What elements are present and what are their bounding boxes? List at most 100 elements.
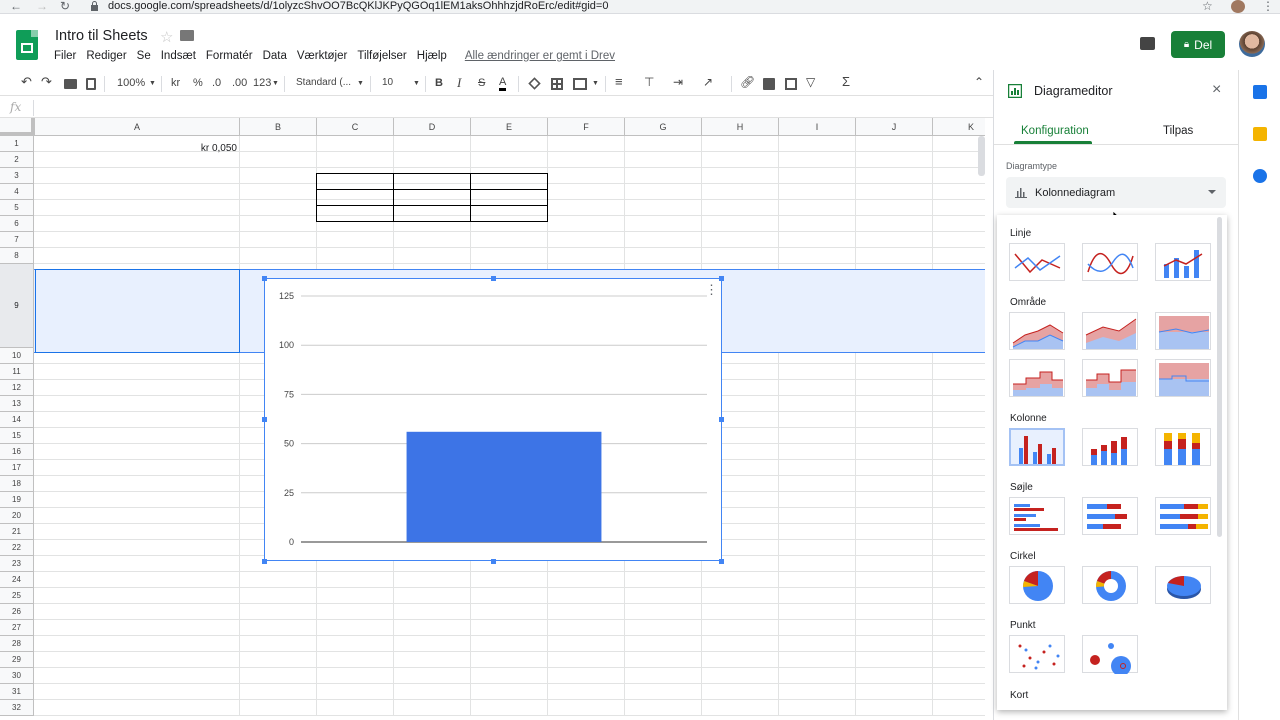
align-vertical-icon[interactable]: ⊤ — [644, 75, 654, 89]
stacked-bar-thumb[interactable] — [1082, 497, 1138, 535]
folder-icon[interactable] — [180, 30, 194, 41]
close-icon[interactable]: × — [1212, 81, 1221, 99]
row-header-18[interactable]: 18 — [0, 476, 34, 492]
column-header-c[interactable]: C — [317, 118, 394, 136]
row-header-19[interactable]: 19 — [0, 492, 34, 508]
pie-chart-thumb[interactable] — [1009, 566, 1065, 604]
align-horizontal-icon[interactable]: ≡ — [615, 74, 623, 89]
share-button[interactable]: 🔒︎ Del — [1171, 31, 1225, 58]
collapse-toolbar-icon[interactable]: ⌃ — [974, 75, 984, 89]
sheets-logo-icon[interactable] — [16, 30, 38, 60]
resize-handle[interactable] — [719, 276, 724, 281]
menu-hjaelp[interactable]: Hjælp — [417, 50, 447, 66]
formula-bar[interactable]: fx — [0, 98, 993, 118]
smooth-line-chart-thumb[interactable] — [1082, 243, 1138, 281]
insert-link-icon[interactable]: 🔗︎ — [740, 75, 755, 89]
undo-icon[interactable]: ↶ — [21, 74, 32, 90]
menu-data[interactable]: Data — [263, 50, 287, 66]
row-header-30[interactable]: 30 — [0, 668, 34, 684]
menu-vaerktojer[interactable]: Værktøjer — [297, 50, 347, 66]
select-all-corner[interactable] — [0, 118, 35, 136]
row-header-1[interactable]: 1 — [0, 136, 34, 152]
resize-handle[interactable] — [719, 559, 724, 564]
browser-menu-icon[interactable]: ⋮ — [1262, 0, 1274, 13]
filter-icon[interactable]: ▽ — [806, 75, 815, 89]
print-icon[interactable] — [64, 79, 77, 89]
more-formats-button[interactable]: 123 — [253, 77, 271, 89]
insert-chart-icon[interactable] — [785, 78, 797, 90]
document-title[interactable]: Intro til Sheets — [55, 28, 148, 44]
column-chart[interactable]: 0 25 50 75 100 125 ⋮ — [264, 278, 722, 561]
functions-button[interactable]: Σ — [842, 74, 850, 89]
row-header-29[interactable]: 29 — [0, 652, 34, 668]
chart-bar[interactable] — [406, 431, 602, 542]
row-header-28[interactable]: 28 — [0, 636, 34, 652]
tab-tilpas[interactable]: Tilpas — [1163, 125, 1193, 137]
full-stacked-area-thumb[interactable] — [1155, 312, 1211, 350]
fill-color-icon[interactable] — [528, 77, 541, 90]
bookmark-star-icon[interactable]: ☆ — [1202, 0, 1213, 13]
3d-pie-chart-thumb[interactable] — [1155, 566, 1211, 604]
row-header-24[interactable]: 24 — [0, 572, 34, 588]
bubble-chart-thumb[interactable] — [1082, 635, 1138, 676]
column-header-i[interactable]: I — [779, 118, 856, 136]
chart-menu-icon[interactable]: ⋮ — [705, 282, 718, 298]
avatar[interactable] — [1239, 31, 1265, 57]
column-header-d[interactable]: D — [394, 118, 471, 136]
row-header-4[interactable]: 4 — [0, 184, 34, 200]
active-cell[interactable] — [35, 269, 240, 353]
line-chart-thumb[interactable] — [1009, 243, 1065, 281]
row-header-3[interactable]: 3 — [0, 168, 34, 184]
resize-handle[interactable] — [719, 417, 724, 422]
row-header-6[interactable]: 6 — [0, 216, 34, 232]
row-header-14[interactable]: 14 — [0, 412, 34, 428]
row-header-20[interactable]: 20 — [0, 508, 34, 524]
row-header-8[interactable]: 8 — [0, 248, 34, 264]
row-header-5[interactable]: 5 — [0, 200, 34, 216]
column-header-f[interactable]: F — [548, 118, 625, 136]
column-header-j[interactable]: J — [856, 118, 933, 136]
font-family-select[interactable]: Standard (... — [296, 77, 351, 88]
comment-icon[interactable] — [1140, 37, 1155, 50]
text-color-button[interactable]: A — [499, 77, 507, 91]
keep-icon[interactable] — [1253, 127, 1267, 141]
menu-indsaet[interactable]: Indsæt — [161, 50, 196, 66]
row-header-10[interactable]: 10 — [0, 348, 34, 364]
menu-tilfojelser[interactable]: Tilføjelser — [357, 50, 406, 66]
tasks-icon[interactable] — [1253, 169, 1267, 183]
increase-decimals-button[interactable]: .00 — [232, 77, 247, 89]
text-wrap-icon[interactable]: ⇥ — [673, 75, 683, 89]
menu-formater[interactable]: Formatér — [206, 50, 253, 66]
bar-chart-thumb[interactable] — [1009, 497, 1065, 535]
stacked-stepped-area-thumb[interactable] — [1082, 359, 1138, 397]
paint-format-icon[interactable] — [86, 78, 96, 90]
resize-handle[interactable] — [491, 559, 496, 564]
redo-icon[interactable]: ↷ — [41, 74, 52, 90]
column-header-k[interactable]: K — [933, 118, 985, 136]
menu-rediger[interactable]: Rediger — [86, 50, 126, 66]
row-header-23[interactable]: 23 — [0, 556, 34, 572]
forward-icon[interactable]: → — [36, 0, 48, 13]
zoom-select[interactable]: 100% — [117, 77, 145, 89]
strikethrough-button[interactable]: S — [478, 77, 485, 89]
stacked-column-thumb[interactable] — [1082, 428, 1138, 466]
full-stacked-bar-thumb[interactable] — [1155, 497, 1211, 535]
row-header-22[interactable]: 22 — [0, 540, 34, 556]
diagram-type-select[interactable]: Kolonnediagram — [1006, 177, 1226, 208]
full-stepped-area-thumb[interactable] — [1155, 359, 1211, 397]
dropdown-scrollbar[interactable] — [1217, 217, 1222, 537]
borders-icon[interactable] — [551, 78, 563, 90]
column-header-e[interactable]: E — [471, 118, 548, 136]
row-header-21[interactable]: 21 — [0, 524, 34, 540]
text-rotation-icon[interactable]: ↗ — [703, 75, 713, 89]
column-header-h[interactable]: H — [702, 118, 779, 136]
insert-comment-icon[interactable] — [763, 78, 775, 90]
column-header-g[interactable]: G — [625, 118, 702, 136]
percent-format-button[interactable]: % — [193, 77, 203, 89]
combo-chart-thumb[interactable] — [1155, 243, 1211, 281]
area-chart-thumb[interactable] — [1009, 312, 1065, 350]
column-chart-thumb-selected[interactable] — [1009, 428, 1065, 466]
merge-cells-icon[interactable] — [573, 78, 587, 90]
full-stacked-column-thumb[interactable] — [1155, 428, 1211, 466]
bold-button[interactable]: B — [435, 77, 443, 89]
